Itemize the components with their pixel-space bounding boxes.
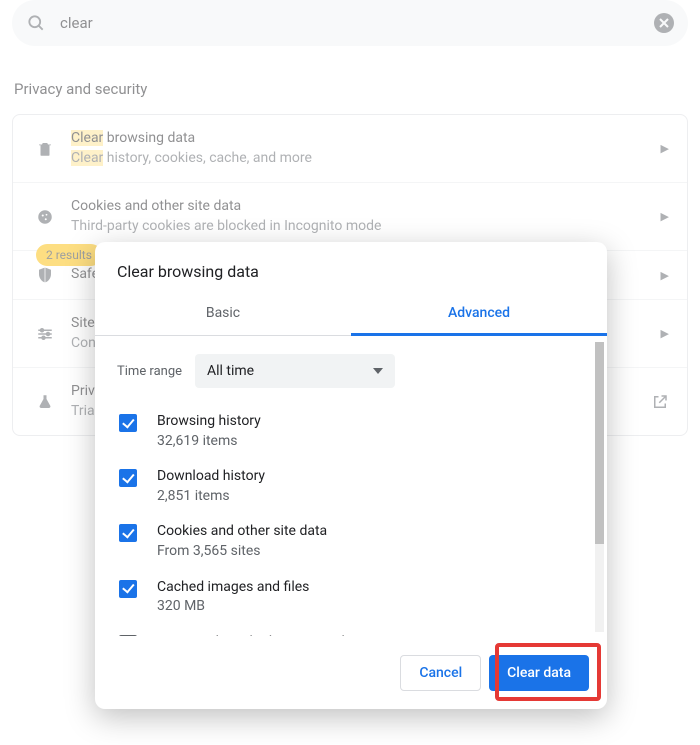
flask-icon: [31, 393, 59, 411]
sliders-icon: [31, 325, 59, 343]
option-title: Cached images and files: [157, 578, 585, 598]
shield-icon: [31, 266, 59, 284]
option-download-history[interactable]: Download history2,851 items: [117, 459, 585, 514]
row-title: Clear browsing data: [71, 129, 661, 149]
time-range-label: Time range: [117, 364, 195, 379]
checkbox[interactable]: [119, 524, 137, 542]
option-sub: 320 MB: [157, 597, 585, 617]
row-title: Cookies and other site data: [71, 197, 661, 217]
cancel-button[interactable]: Cancel: [400, 655, 481, 691]
option-title: Passwords and other sign-in data: [157, 633, 585, 636]
checkbox[interactable]: [119, 469, 137, 487]
clear-search-icon[interactable]: [654, 13, 674, 33]
row-clear-browsing-data[interactable]: Clear browsing data Clear history, cooki…: [13, 115, 687, 183]
search-results-badge: 2 results: [36, 244, 102, 266]
external-link-icon: [651, 393, 669, 411]
clear-browsing-data-dialog: Clear browsing data Basic Advanced Time …: [95, 242, 607, 709]
clear-data-options: Browsing history32,619 items Download hi…: [117, 398, 585, 636]
dialog-tabs: Basic Advanced: [95, 295, 607, 336]
checkbox[interactable]: [119, 580, 137, 598]
row-subtitle: Clear history, cookies, cache, and more: [71, 149, 661, 169]
search-icon: [26, 13, 46, 33]
option-cached-images[interactable]: Cached images and files320 MB: [117, 570, 585, 625]
option-passwords[interactable]: Passwords and other sign-in data16 passw…: [117, 625, 585, 636]
option-browsing-history[interactable]: Browsing history32,619 items: [117, 404, 585, 459]
checkbox[interactable]: [119, 635, 137, 636]
checkbox[interactable]: [119, 414, 137, 432]
chevron-right-icon: ▶: [661, 142, 669, 155]
dialog-title: Clear browsing data: [95, 242, 607, 295]
chevron-right-icon: ▶: [661, 327, 669, 340]
option-cookies[interactable]: Cookies and other site dataFrom 3,565 si…: [117, 514, 585, 569]
settings-search-bar[interactable]: [12, 0, 688, 46]
chevron-right-icon: ▶: [661, 269, 669, 282]
option-sub: 2,851 items: [157, 487, 585, 507]
row-subtitle: Third-party cookies are blocked in Incog…: [71, 217, 661, 237]
clear-data-button[interactable]: Clear data: [489, 655, 589, 691]
search-input[interactable]: [46, 14, 654, 32]
chevron-right-icon: ▶: [661, 210, 669, 223]
cookie-icon: [31, 208, 59, 226]
time-range-select[interactable]: All time: [195, 354, 395, 388]
chevron-down-icon: [373, 368, 383, 374]
option-sub: 32,619 items: [157, 432, 585, 452]
option-sub: From 3,565 sites: [157, 542, 585, 562]
section-heading: Privacy and security: [0, 46, 700, 114]
tab-advanced[interactable]: Advanced: [351, 295, 607, 336]
option-title: Browsing history: [157, 412, 585, 432]
tab-basic[interactable]: Basic: [95, 295, 351, 335]
option-title: Cookies and other site data: [157, 522, 585, 542]
time-range-value: All time: [207, 363, 254, 379]
option-title: Download history: [157, 467, 585, 487]
scrollbar-thumb[interactable]: [595, 342, 604, 544]
trash-icon: [31, 140, 59, 158]
